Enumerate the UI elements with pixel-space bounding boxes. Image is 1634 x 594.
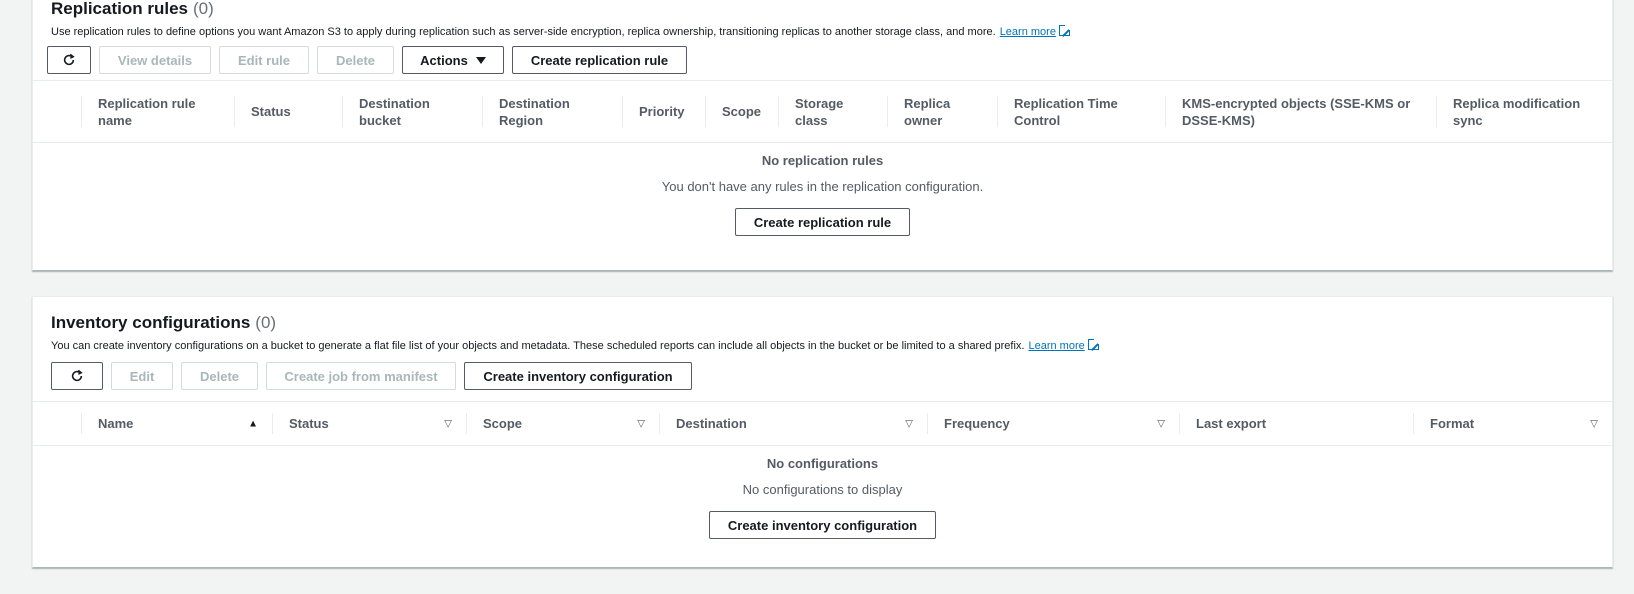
- inventory-toolbar: Edit Delete Create job from manifest Cre…: [51, 362, 1594, 390]
- replication-toolbar: View details Edit rule Delete Actions Cr…: [47, 46, 1594, 74]
- empty-state-title: No configurations: [766, 456, 879, 471]
- column-header[interactable]: Destination Region: [482, 80, 622, 143]
- replication-rules-count: (0): [192, 0, 214, 18]
- external-link-icon: [1058, 24, 1071, 36]
- caret-down-icon: [475, 56, 486, 64]
- refresh-icon: [63, 53, 75, 66]
- inventory-edit-button[interactable]: Edit: [111, 362, 173, 390]
- replication-refresh-button[interactable]: [47, 46, 91, 74]
- empty-state-subtitle: You don't have any rules in the replicat…: [661, 179, 984, 194]
- column-header[interactable]: Status: [234, 80, 342, 143]
- sort-icon: ▽: [637, 418, 645, 429]
- actions-dropdown-button[interactable]: Actions: [402, 46, 504, 74]
- refresh-icon: [71, 369, 83, 382]
- replication-rules-description: Use replication rules to define options …: [51, 24, 1594, 38]
- empty-create-inventory-configuration-button[interactable]: Create inventory configuration: [709, 511, 936, 539]
- replication-rules-title: Replication rules: [51, 0, 188, 18]
- column-header[interactable]: KMS-encrypted objects (SSE-KMS or DSSE-K…: [1165, 80, 1436, 143]
- column-header-status[interactable]: Status ▽: [272, 401, 466, 446]
- replication-learn-more-link[interactable]: Learn more: [1000, 24, 1071, 38]
- column-header-format[interactable]: Format ▽: [1413, 401, 1612, 446]
- column-header[interactable]: Destination bucket: [342, 80, 482, 143]
- inventory-learn-more-link[interactable]: Learn more: [1028, 338, 1100, 352]
- create-replication-rule-button[interactable]: Create replication rule: [512, 46, 687, 74]
- column-header[interactable]: Replication Time Control: [997, 80, 1165, 143]
- column-header[interactable]: Replica modification sync: [1436, 80, 1612, 143]
- replication-rules-table: Replication rule name Status Destination…: [33, 80, 1612, 143]
- column-header-name[interactable]: Name ▲: [81, 401, 272, 446]
- column-header[interactable]: Storage class: [778, 80, 887, 143]
- inventory-configurations-title: Inventory configurations: [51, 313, 251, 332]
- empty-create-replication-rule-button[interactable]: Create replication rule: [735, 208, 910, 236]
- select-column-header: [33, 80, 81, 143]
- column-header[interactable]: Replica owner: [887, 80, 997, 143]
- external-link-icon: [1087, 338, 1100, 350]
- column-header[interactable]: Scope: [705, 80, 778, 143]
- column-header-destination[interactable]: Destination ▽: [659, 401, 927, 446]
- sort-icon: ▽: [1590, 418, 1598, 429]
- sort-icon: ▽: [444, 418, 452, 429]
- sort-icon: ▽: [905, 418, 913, 429]
- inventory-configurations-description: You can create inventory configurations …: [51, 338, 1594, 352]
- empty-state-subtitle: No configurations to display: [742, 482, 903, 497]
- inventory-configurations-panel: Inventory configurations (0) You can cre…: [32, 296, 1613, 568]
- inventory-configurations-table: Name ▲ Status ▽ Scope ▽ Destination ▽ Freque…: [33, 401, 1612, 446]
- inventory-configurations-count: (0): [255, 313, 277, 332]
- column-header-scope[interactable]: Scope ▽: [466, 401, 659, 446]
- create-job-from-manifest-button[interactable]: Create job from manifest: [266, 362, 456, 390]
- column-header-frequency[interactable]: Frequency ▽: [927, 401, 1179, 446]
- edit-rule-button[interactable]: Edit rule: [219, 46, 309, 74]
- inventory-empty-state: No configurations No configurations to d…: [33, 446, 1612, 539]
- inventory-table-header-row: Name ▲ Status ▽ Scope ▽ Destination ▽ Freque…: [33, 401, 1612, 446]
- replication-table-header-row: Replication rule name Status Destination…: [33, 80, 1612, 143]
- replication-delete-button[interactable]: Delete: [317, 46, 394, 74]
- column-header[interactable]: Replication rule name: [81, 80, 234, 143]
- inventory-refresh-button[interactable]: [51, 362, 103, 390]
- replication-rules-panel: Replication rules (0) Use replication ru…: [32, 0, 1613, 271]
- inventory-configurations-header: Inventory configurations (0) You can cre…: [33, 297, 1612, 390]
- view-details-button[interactable]: View details: [99, 46, 211, 74]
- sort-ascending-icon: ▲: [248, 418, 258, 429]
- column-header[interactable]: Priority: [622, 80, 705, 143]
- inventory-delete-button[interactable]: Delete: [181, 362, 258, 390]
- column-header-last-export[interactable]: Last export: [1179, 401, 1413, 446]
- replication-empty-state: No replication rules You don't have any …: [33, 143, 1612, 236]
- empty-state-title: No replication rules: [761, 153, 884, 168]
- sort-icon: ▽: [1157, 418, 1165, 429]
- replication-rules-header: Replication rules (0) Use replication ru…: [33, 0, 1612, 74]
- create-inventory-configuration-button[interactable]: Create inventory configuration: [464, 362, 692, 390]
- select-column-header: [33, 401, 81, 446]
